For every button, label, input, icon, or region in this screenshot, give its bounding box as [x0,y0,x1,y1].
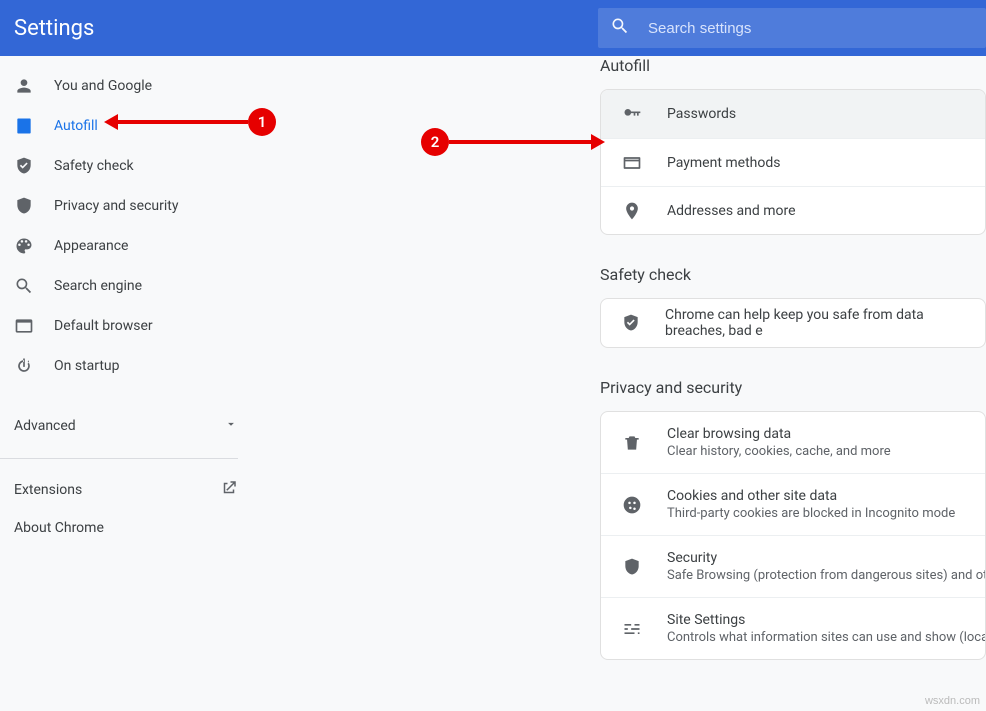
sidebar-item-label: Safety check [54,158,134,174]
row-title: Clear browsing data [667,426,891,442]
sidebar-item-on-startup[interactable]: On startup [0,346,240,386]
open-in-new-icon [220,479,238,501]
sidebar-item-label: On startup [54,358,120,374]
sidebar-item-safety-check[interactable]: Safety check [0,146,240,186]
row-addresses[interactable]: Addresses and more [601,186,985,234]
row-site-settings[interactable]: Site Settings Controls what information … [601,597,985,659]
app-header: Settings [0,0,986,56]
section-autofill: Autofill Passwords Payment methods Addre… [600,56,986,235]
row-security[interactable]: Security Safe Browsing (protection from … [601,535,985,597]
sidebar-advanced[interactable]: Advanced [0,402,260,450]
sidebar-item-appearance[interactable]: Appearance [0,226,240,266]
row-title: Cookies and other site data [667,488,955,504]
browser-icon [14,316,34,336]
power-icon [14,356,34,376]
sidebar: You and Google Autofill Safety check Pri… [0,56,260,711]
sidebar-item-privacy-security[interactable]: Privacy and security [0,186,240,226]
sidebar-item-label: Search engine [54,278,142,294]
sliders-icon [621,618,643,640]
row-label: Chrome can help keep you safe from data … [665,307,965,339]
sidebar-item-search-engine[interactable]: Search engine [0,266,240,306]
sidebar-extensions-label: Extensions [14,482,82,498]
palette-icon [14,236,34,256]
row-payment-methods[interactable]: Payment methods [601,138,985,186]
body: You and Google Autofill Safety check Pri… [0,56,986,711]
shield-check-icon [621,312,641,334]
row-label: Payment methods [667,155,780,171]
shield-icon [14,196,34,216]
sidebar-about-chrome[interactable]: About Chrome [0,509,260,547]
search-container[interactable] [598,8,986,48]
sidebar-item-autofill[interactable]: Autofill [0,106,240,146]
section-title-privacy: Privacy and security [600,378,986,397]
divider [0,458,238,459]
search-icon [610,16,648,40]
row-safety-desc: Chrome can help keep you safe from data … [601,299,985,347]
shield-icon [621,556,643,578]
autofill-card: Passwords Payment methods Addresses and … [600,89,986,235]
row-subtitle: Safe Browsing (protection from dangerous… [667,568,986,583]
magnify-icon [14,276,34,296]
main-content: Autofill Passwords Payment methods Addre… [260,56,986,711]
row-subtitle: Clear history, cookies, cache, and more [667,444,891,459]
search-input[interactable] [648,20,974,37]
sidebar-advanced-label: Advanced [14,418,76,434]
sidebar-extensions[interactable]: Extensions [0,471,260,509]
row-label: Passwords [667,106,736,122]
row-cookies[interactable]: Cookies and other site data Third-party … [601,473,985,535]
row-label: Addresses and more [667,203,796,219]
row-title: Security [667,550,986,566]
sidebar-about-label: About Chrome [14,520,104,536]
sidebar-item-label: Appearance [54,238,128,254]
sidebar-item-you-and-google[interactable]: You and Google [0,66,240,106]
key-icon [621,103,643,125]
cookie-icon [621,494,643,516]
safety-card: Chrome can help keep you safe from data … [600,298,986,348]
credit-card-icon [621,152,643,174]
autofill-icon [14,116,34,136]
section-safety-check: Safety check Chrome can help keep you sa… [600,265,986,348]
section-title-safety: Safety check [600,265,986,284]
section-title-autofill: Autofill [600,56,986,75]
row-subtitle: Third-party cookies are blocked in Incog… [667,506,955,521]
sidebar-item-label: Privacy and security [54,198,178,214]
sidebar-item-label: You and Google [54,78,152,94]
trash-icon [621,432,643,454]
row-subtitle: Controls what information sites can use … [667,630,986,645]
sidebar-item-label: Default browser [54,318,153,334]
chevron-down-icon [224,417,238,435]
page-title: Settings [0,16,598,41]
privacy-card: Clear browsing data Clear history, cooki… [600,411,986,660]
row-title: Site Settings [667,612,986,628]
row-clear-browsing-data[interactable]: Clear browsing data Clear history, cooki… [601,412,985,473]
row-passwords[interactable]: Passwords [601,90,985,138]
section-privacy: Privacy and security Clear browsing data… [600,378,986,660]
person-icon [14,76,34,96]
sidebar-item-default-browser[interactable]: Default browser [0,306,240,346]
shield-check-icon [14,156,34,176]
pin-icon [621,200,643,222]
sidebar-item-label: Autofill [54,118,98,134]
